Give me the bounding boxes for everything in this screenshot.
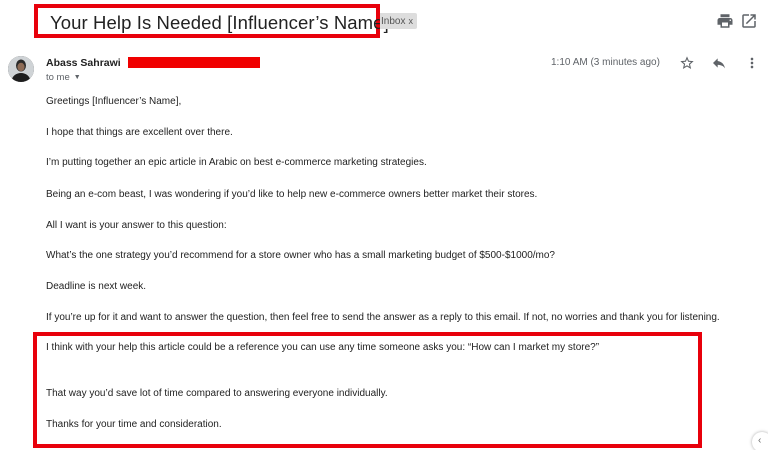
- sender-name[interactable]: Abass Sahrawi: [46, 57, 121, 69]
- sender-avatar[interactable]: [8, 56, 34, 82]
- recipient-label: to me: [46, 72, 70, 83]
- remove-label-icon[interactable]: x: [408, 16, 413, 26]
- chevron-left-icon[interactable]: ‹: [752, 432, 768, 450]
- chevron-down-icon: ▼: [73, 74, 81, 81]
- print-icon[interactable]: [716, 12, 734, 30]
- more-vert-icon[interactable]: [744, 55, 760, 71]
- inbox-label-text: Inbox: [381, 16, 406, 27]
- body-highlight-box: [33, 332, 702, 448]
- inbox-label-chip[interactable]: Inbox x: [380, 13, 417, 29]
- body-line: Greetings [Influencer’s Name],: [46, 96, 182, 107]
- subject-highlight-box: Your Help Is Needed [Influencer’s Name]: [34, 4, 389, 38]
- body-line: All I want is your answer to this questi…: [46, 220, 227, 231]
- body-line: I hope that things are excellent over th…: [46, 127, 233, 138]
- recipient-details-toggle[interactable]: to me ▼: [46, 72, 81, 83]
- email-timestamp: 1:10 AM (3 minutes ago): [551, 57, 660, 68]
- email-subject: Your Help Is Needed [Influencer’s Name]: [50, 12, 389, 33]
- body-line: What’s the one strategy you’d recommend …: [46, 250, 555, 261]
- body-line: I’m putting together an epic article in …: [46, 157, 427, 168]
- open-in-new-icon[interactable]: [740, 12, 758, 30]
- body-line: Being an e-com beast, I was wondering if…: [46, 189, 538, 200]
- star-icon[interactable]: [679, 55, 695, 71]
- redacted-sender-email: [128, 57, 260, 68]
- subject-row: Your Help Is Needed [Influencer’s Name] …: [0, 0, 768, 44]
- reply-icon[interactable]: [711, 55, 727, 71]
- body-line: If you’re up for it and want to answer t…: [46, 312, 720, 323]
- body-line: Deadline is next week.: [46, 281, 147, 292]
